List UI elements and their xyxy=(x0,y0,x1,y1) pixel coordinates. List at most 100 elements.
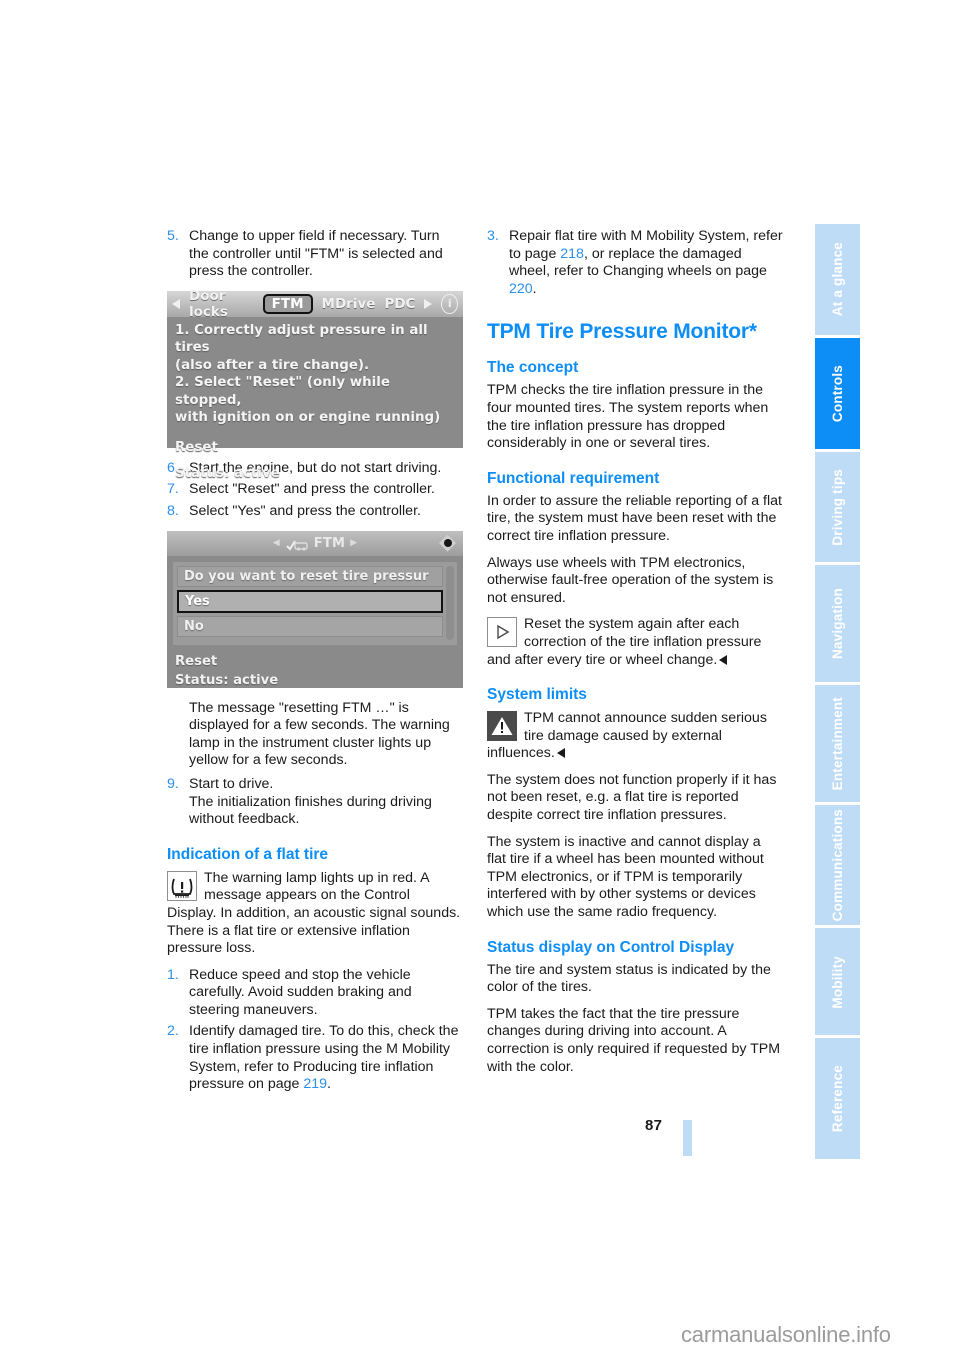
status-paragraph-2: TPM takes the fact that the tire pressur… xyxy=(487,1005,781,1075)
system-limits-note: TPM cannot announce sudden serious tire … xyxy=(487,710,783,763)
instruction-line: 1. Correctly adjust pressure in all tire… xyxy=(175,322,428,356)
tab-reference[interactable]: Reference xyxy=(815,1038,860,1159)
list-item: 3. Repair flat tire with M Mobility Syst… xyxy=(487,228,783,298)
step-text-part: . xyxy=(532,280,537,297)
play-triangle-icon xyxy=(487,617,517,648)
menu-item-door-locks: Door locks xyxy=(189,287,228,320)
info-icon: i xyxy=(441,293,458,314)
site-watermark: carmanualsonline.info xyxy=(681,1322,891,1347)
flat-tire-note: The warning lamp lights up in red. A mes… xyxy=(167,870,463,958)
tab-at-a-glance[interactable]: At a glance xyxy=(815,224,860,335)
note-end-arrow-icon xyxy=(556,748,565,759)
idrive-dialog-panel: Do you want to reset tire pressur Yes No xyxy=(173,561,457,645)
step-title: Start to drive. xyxy=(189,775,274,792)
tab-label: At a glance xyxy=(829,242,845,317)
warning-triangle-svg xyxy=(491,717,513,736)
tire-pressure-warning-icon xyxy=(167,870,197,901)
system-limits-note-text: TPM cannot announce sudden serious tire … xyxy=(487,710,783,763)
step-text: Start to drive. The initialization finis… xyxy=(189,776,463,829)
heading-functional-requirement: Functional requirement xyxy=(487,469,660,487)
list-item: 5. Change to upper field if necessary. T… xyxy=(167,228,463,281)
post-screenshot-note: The message "resetting FTM …" is display… xyxy=(189,699,450,769)
idrive-screenshot-reset-dialog: ◀ FTM ▶ Do you want to reset tire pressu… xyxy=(167,530,463,690)
right-chevron-icon: ▶ xyxy=(350,538,358,549)
page-marker-bar xyxy=(683,1120,692,1156)
instruction-line: (also after a tire change). xyxy=(175,357,370,373)
step-text: Select "Yes" and press the controller. xyxy=(189,502,421,519)
idrive-dialog-titlebar: ◀ FTM ▶ xyxy=(167,530,463,556)
idrive-status-entry: Status: active xyxy=(175,672,279,688)
heading-system-limits: System limits xyxy=(487,686,587,704)
step-subtext: The initialization finishes during drivi… xyxy=(189,793,432,828)
left-arrow-icon xyxy=(172,298,180,309)
step-text: Repair flat tire with M Mobility System,… xyxy=(509,228,783,298)
step-text: Change to upper field if necessary. Turn… xyxy=(189,228,443,280)
step-number: 3. xyxy=(487,228,499,244)
list-item: 2. Identify damaged tire. To do this, ch… xyxy=(167,1023,463,1093)
tab-entertainment[interactable]: Entertainment xyxy=(815,685,860,802)
flat-tire-note-text: The warning lamp lights up in red. A mes… xyxy=(167,869,461,957)
dialog-option-yes[interactable]: Yes xyxy=(177,589,443,613)
warning-triangle-icon xyxy=(487,711,517,742)
list-item: 9. Start to drive. The initialization fi… xyxy=(167,776,463,829)
tab-label: Controls xyxy=(829,364,845,422)
limits-paragraph-1: The system does not function properly if… xyxy=(487,771,777,824)
idrive-status-entry: Status: active xyxy=(175,466,280,482)
tire-check-svg xyxy=(285,540,308,551)
dialog-scrollbar[interactable] xyxy=(446,565,454,640)
left-chevron-icon: ◀ xyxy=(272,538,280,549)
tab-mobility[interactable]: Mobility xyxy=(815,928,860,1036)
tab-navigation[interactable]: Navigation xyxy=(815,565,860,683)
tab-label: Communications xyxy=(829,808,845,922)
controller-knob-icon xyxy=(439,534,456,552)
list-item: 7. Select "Reset" and press the controll… xyxy=(167,481,463,499)
concept-paragraph: TPM checks the tire inflation pressure i… xyxy=(487,382,769,452)
idrive-instruction-text: 1. Correctly adjust pressure in all tire… xyxy=(167,317,463,483)
tab-driving-tips[interactable]: Driving tips xyxy=(815,451,860,563)
tire-check-icon xyxy=(285,537,309,551)
page-reference-218[interactable]: 218 xyxy=(560,246,584,262)
list-item: 1. Reduce speed and stop the vehicle car… xyxy=(167,967,463,1020)
tab-label: Navigation xyxy=(829,588,845,660)
idrive-reset-entry: Reset xyxy=(175,439,218,455)
step-number: 5. xyxy=(167,228,179,244)
dialog-title: FTM xyxy=(313,535,346,551)
system-limits-note-body: TPM cannot announce sudden serious tire … xyxy=(487,710,767,762)
functional-note-text: Reset the system again after each correc… xyxy=(487,616,783,669)
menu-item-pdc: PDC xyxy=(384,295,416,312)
step-number: 2. xyxy=(167,1023,179,1040)
instruction-line: 2. Select "Reset" (only while stopped, xyxy=(175,375,390,408)
tab-label: Entertainment xyxy=(829,696,845,791)
tab-label: Mobility xyxy=(829,955,845,1009)
dialog-question: Do you want to reset tire pressur xyxy=(177,565,443,587)
tab-controls[interactable]: Controls xyxy=(815,337,860,449)
instruction-line: with ignition on or engine running) xyxy=(175,410,441,426)
play-triangle-svg xyxy=(497,625,510,640)
heading-the-concept: The concept xyxy=(487,359,579,377)
step-number: 9. xyxy=(167,775,179,792)
heading-tpm-tire-pressure-monitor: TPM Tire Pressure Monitor* xyxy=(487,320,757,344)
status-paragraph-1: The tire and system status is indicated … xyxy=(487,961,771,996)
page-reference-220[interactable]: 220 xyxy=(509,281,533,297)
idrive-dialog-footer: Reset Status: active xyxy=(167,645,463,690)
step-text: Reduce speed and stop the vehicle carefu… xyxy=(189,966,412,1018)
note-end-arrow-icon xyxy=(719,654,728,665)
step-text: Identify damaged tire. To do this, check… xyxy=(189,1023,463,1093)
tire-pressure-warning-svg xyxy=(171,878,193,898)
right-column: 3. Repair flat tire with M Mobility Syst… xyxy=(487,228,783,1085)
list-item: 8. Select "Yes" and press the controller… xyxy=(167,503,463,521)
idrive-screenshot-ftm-menu: Door locks FTM MDrive PDC i 1. Correctly… xyxy=(167,287,463,481)
section-tabs: At a glance Controls Driving tips Naviga… xyxy=(815,224,860,1159)
limits-paragraph-2: The system is inactive and cannot displa… xyxy=(487,833,764,921)
dialog-option-no[interactable]: No xyxy=(177,615,443,637)
functional-paragraph-1: In order to assure the reliable reportin… xyxy=(487,492,782,544)
right-arrow-icon xyxy=(424,298,433,309)
menu-item-ftm-selected: FTM xyxy=(262,293,313,314)
menu-item-mdrive: MDrive xyxy=(321,295,376,312)
step-text-part: . xyxy=(327,1076,331,1093)
step-number: 1. xyxy=(167,966,179,983)
page-number: 87 xyxy=(645,1117,663,1134)
heading-status-display: Status display on Control Display xyxy=(487,938,735,956)
tab-communications[interactable]: Communications xyxy=(815,804,860,926)
page-reference-219[interactable]: 219 xyxy=(303,1076,327,1092)
